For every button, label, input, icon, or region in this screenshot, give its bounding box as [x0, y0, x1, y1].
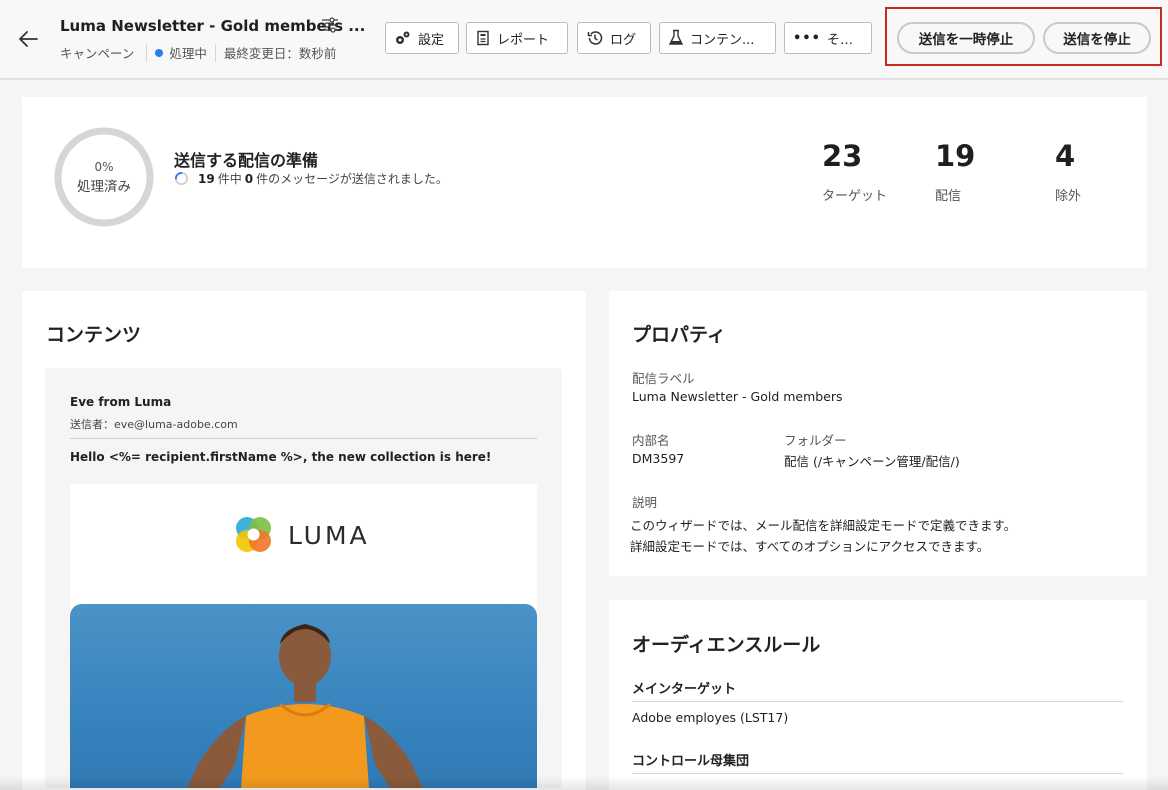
stat-value: 4: [1055, 139, 1076, 173]
properties-card: プロパティ 配信ラベル Luma Newsletter - Gold membe…: [609, 291, 1147, 576]
divider: [146, 43, 148, 62]
history-icon: [587, 31, 603, 45]
email-preview[interactable]: Eve from Luma 送信者：eve@luma-adobe.com Hel…: [45, 368, 562, 788]
stat-excluded: 4 除外: [1055, 139, 1081, 204]
report-button[interactable]: レポート: [466, 22, 568, 54]
email-subject: Hello <%= recipient.firstName %>, the ne…: [70, 450, 492, 464]
settings-label: 設定: [418, 32, 445, 48]
more-icon: •••: [793, 30, 821, 46]
folder-label: フォルダー: [784, 433, 847, 448]
stat-value: 23: [822, 139, 863, 173]
message-suffix-text: 件のメッセージが送信されました。: [256, 172, 448, 186]
flask-icon: [668, 29, 684, 45]
breadcrumb: キャンペーン 処理中 最終変更日：数秒前: [60, 43, 336, 62]
email-body: LUMA: [70, 484, 537, 788]
message-mid-text: 件中: [217, 172, 242, 186]
last-modified-label: 最終変更日：数秒前: [223, 46, 337, 61]
yoga-woman-image: [187, 624, 423, 788]
stat-target: 23 ターゲット: [822, 139, 887, 204]
audience-section-title: オーディエンスルール: [632, 634, 821, 656]
progress-label: 0% 処理済み: [54, 127, 154, 227]
stat-value: 19: [935, 139, 976, 173]
luma-logo-icon: [236, 517, 271, 552]
delivery-label-label: 配信ラベル: [632, 371, 695, 386]
luma-logo-text: LUMA: [288, 520, 370, 550]
pause-sending-button[interactable]: 送信を一時停止: [897, 22, 1035, 54]
gear-icon: [396, 31, 410, 44]
sliders-icon[interactable]: [320, 16, 342, 36]
description-line-1: このウィザードでは、メール配信を詳細設定モードで定義できます。: [630, 518, 1017, 533]
internal-name-label: 内部名: [632, 433, 670, 448]
report-label: レポート: [497, 32, 550, 48]
settings-button[interactable]: 設定: [385, 22, 459, 54]
properties-section-title: プロパティ: [632, 324, 726, 346]
stat-label: 配信: [935, 189, 962, 204]
luma-logo: LUMA: [230, 512, 370, 558]
logs-label: ログ: [610, 32, 637, 48]
control-group-label: コントロール母集団: [632, 754, 750, 769]
main-target-value: Adobe employes (LST17): [632, 710, 789, 725]
logs-button[interactable]: ログ: [577, 22, 651, 54]
spinner-icon: [174, 171, 189, 186]
header-bar: Luma Newsletter - Gold members ... キャンペー…: [0, 0, 1168, 80]
folder-value: 配信 (/キャンペーン管理/配信/): [784, 454, 960, 469]
main-target-label: メインターゲット: [632, 682, 737, 697]
divider: [70, 438, 537, 439]
audience-rules-card: オーディエンスルール メインターゲット Adobe employes (LST1…: [609, 600, 1147, 790]
delivery-label-value: Luma Newsletter - Gold members: [632, 389, 843, 404]
campaign-type-label: キャンペーン: [60, 46, 135, 61]
stat-delivered: 19 配信: [935, 139, 975, 204]
email-from-name: Eve from Luma: [70, 395, 172, 409]
sending-status-message: 19 件中 0 件のメッセージが送信されました。: [174, 170, 448, 187]
email-sender: 送信者：eve@luma-adobe.com: [70, 418, 238, 431]
progress-percent: 0%: [94, 159, 114, 174]
content-button[interactable]: コンテン...: [659, 22, 776, 54]
bottom-shadow: [0, 776, 1168, 790]
more-button[interactable]: ••• その他: [784, 22, 872, 54]
content-label: コンテン...: [690, 32, 755, 48]
total-count: 19: [198, 171, 215, 186]
sent-count: 0: [244, 171, 254, 186]
status-dot-icon: [155, 48, 164, 57]
description-label: 説明: [632, 495, 658, 510]
processed-label: 処理済み: [77, 178, 131, 195]
more-label: その他: [826, 32, 863, 48]
divider: [214, 43, 216, 62]
stop-sending-button[interactable]: 送信を停止: [1043, 22, 1151, 54]
content-card: コンテンツ Eve from Luma 送信者：eve@luma-adobe.c…: [22, 291, 586, 790]
stat-label: 除外: [1055, 189, 1082, 204]
preparation-title: 送信する配信の準備: [174, 151, 319, 170]
divider: [632, 773, 1123, 774]
hero-image: [70, 604, 537, 788]
description-line-2: 詳細設定モードでは、すべてのオプションにアクセスできます。: [630, 539, 990, 554]
back-arrow-icon[interactable]: [14, 26, 42, 52]
stat-label: ターゲット: [822, 189, 888, 204]
delivery-summary-card: 0% 処理済み 送信する配信の準備 19 件中 0 件のメッセージが送信されまし…: [22, 97, 1147, 268]
content-section-title: コンテンツ: [46, 324, 142, 346]
report-icon: [477, 30, 489, 46]
divider: [632, 701, 1123, 702]
status-label: 処理中: [169, 46, 207, 61]
internal-name-value: DM3597: [632, 451, 685, 466]
